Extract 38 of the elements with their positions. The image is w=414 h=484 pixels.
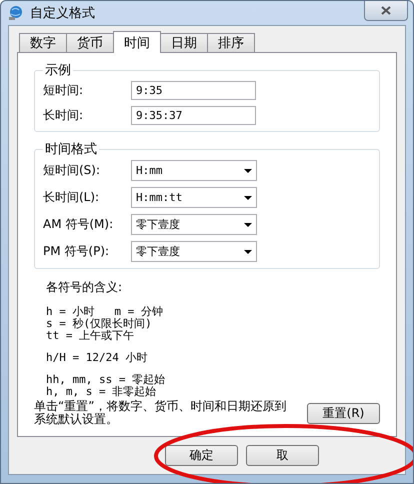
dropdown-arrow-icon — [244, 250, 252, 254]
tab[interactable]: 时间 — [113, 31, 161, 53]
field-label: AM 符号(M): — [43, 216, 114, 233]
group-title: 时间格式 — [44, 141, 98, 158]
legend-line: hh, mm, ss = 零起始 — [46, 374, 166, 386]
sample-field: 9:35 — [131, 81, 256, 100]
format-dropdown[interactable]: H:mm:tt — [131, 187, 257, 208]
sample-field: 9:35:37 — [131, 106, 256, 125]
format-dropdown[interactable]: 零下壹度 — [131, 214, 257, 235]
legend-line: h/H = 12/24 小时 — [46, 352, 148, 364]
format-dropdown[interactable]: 零下壹度 — [131, 241, 257, 262]
dropdown-arrow-icon — [244, 222, 252, 226]
dropdown-arrow-icon — [244, 196, 252, 200]
field-label: 短时间: — [43, 82, 84, 99]
dialog-button[interactable]: 取 — [246, 445, 319, 466]
reset-note: 单击“重置”，将数字、货币、时间和日期还原到系统默认设置。 — [34, 400, 288, 426]
dropdown-arrow-icon — [244, 168, 252, 172]
group-title: 示例 — [44, 62, 72, 79]
legend-line: s = 秒(仅限长时间) — [46, 318, 153, 330]
reset-button[interactable]: 重置(R) — [307, 402, 380, 424]
tab[interactable]: 日期 — [160, 33, 208, 52]
field-label: 长时间(L): — [43, 189, 100, 206]
window-title: 自定义格式 — [30, 5, 95, 22]
field-label: 短时间(S): — [43, 162, 102, 179]
legend-title: 各符号的含义: — [46, 279, 124, 296]
legend-line: h = 小时 m = 分钟 — [46, 306, 164, 318]
field-label: PM 符号(P): — [43, 243, 110, 260]
legend-line: tt = 上午或下午 — [46, 330, 136, 342]
legend-line: h, m, s = 非零起始 — [46, 386, 158, 398]
tab[interactable]: 排序 — [207, 33, 255, 52]
tab[interactable]: 数字 — [19, 33, 67, 52]
format-dropdown[interactable]: H:mm — [131, 160, 257, 181]
tab[interactable]: 货币 — [66, 33, 114, 52]
field-label: 长时间: — [43, 107, 84, 124]
close-icon — [381, 6, 391, 15]
close-button[interactable] — [364, 1, 408, 21]
dialog-button[interactable]: 确定 — [165, 445, 238, 466]
globe-icon — [8, 5, 24, 21]
